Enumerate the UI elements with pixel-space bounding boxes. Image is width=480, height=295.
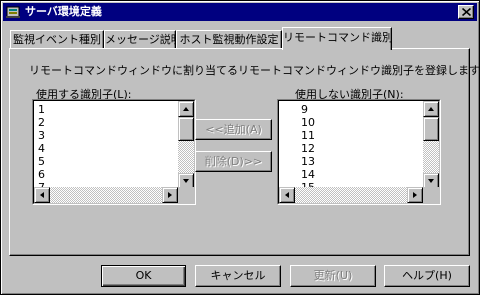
arrow-right-icon bbox=[413, 192, 417, 198]
arrow-left-icon bbox=[285, 192, 289, 198]
scroll-up-button[interactable] bbox=[423, 101, 439, 117]
list-item[interactable]: 2 bbox=[36, 116, 158, 129]
description-text: リモートコマンドウィンドウに割り当てるリモートコマンドウィンドウ識別子を登録しま… bbox=[29, 64, 480, 77]
used-horizontal-scrollbar[interactable] bbox=[34, 187, 178, 203]
tab-event-type[interactable]: 監視イベント種別 bbox=[10, 30, 104, 49]
server-app-icon bbox=[6, 5, 20, 19]
close-button[interactable] bbox=[458, 5, 474, 19]
arrow-up-icon bbox=[183, 107, 189, 111]
arrow-up-icon bbox=[428, 107, 434, 111]
dialog-window: サーバ環境定義 監視イベント種別 メッセージ説明 ホスト監視動作設定 リモートコ… bbox=[0, 0, 480, 295]
list-item[interactable]: 11 bbox=[299, 129, 419, 142]
close-icon bbox=[462, 8, 471, 16]
window-title: サーバ環境定義 bbox=[25, 5, 102, 18]
scroll-corner bbox=[178, 187, 194, 203]
scroll-up-button[interactable] bbox=[178, 101, 194, 117]
list-item[interactable]: 10 bbox=[299, 116, 419, 129]
add-button[interactable]: <<追加(A) bbox=[195, 119, 272, 140]
list-item[interactable]: 9 bbox=[299, 103, 419, 116]
tab-host-monitoring[interactable]: ホスト監視動作設定 bbox=[176, 30, 282, 49]
update-button[interactable]: 更新(U) bbox=[290, 265, 376, 287]
tab-remote-command-id[interactable]: リモートコマンド識別子 bbox=[282, 27, 392, 50]
remove-button[interactable]: 削除(D)>> bbox=[195, 151, 272, 172]
tab-message-description[interactable]: メッセージ説明 bbox=[104, 30, 176, 49]
list-item[interactable]: 4 bbox=[36, 142, 158, 155]
scroll-right-button[interactable] bbox=[162, 187, 178, 203]
used-ids-list[interactable]: 1 2 3 4 5 6 7 bbox=[32, 99, 196, 205]
arrow-left-icon bbox=[40, 192, 44, 198]
cancel-button[interactable]: キャンセル bbox=[195, 265, 281, 287]
list-item[interactable]: 6 bbox=[36, 168, 158, 181]
unused-horizontal-scrollbar[interactable] bbox=[279, 187, 423, 203]
unused-ids-list[interactable]: 9 10 11 12 13 14 15 bbox=[277, 99, 441, 205]
scroll-thumb[interactable] bbox=[423, 117, 439, 141]
scroll-left-button[interactable] bbox=[279, 187, 295, 203]
list-item[interactable]: 5 bbox=[36, 155, 158, 168]
list-item[interactable]: 13 bbox=[299, 155, 419, 168]
ok-button[interactable]: OK bbox=[101, 265, 186, 287]
list-item[interactable]: 12 bbox=[299, 142, 419, 155]
scroll-right-button[interactable] bbox=[407, 187, 423, 203]
list-item[interactable]: 14 bbox=[299, 168, 419, 181]
arrow-down-icon bbox=[183, 179, 189, 183]
scroll-left-button[interactable] bbox=[34, 187, 50, 203]
help-button[interactable]: ヘルプ(H) bbox=[384, 265, 470, 287]
used-ids-items: 1 2 3 4 5 6 7 bbox=[36, 103, 158, 189]
list-item[interactable]: 1 bbox=[36, 103, 158, 116]
unused-vertical-scrollbar[interactable] bbox=[423, 101, 439, 189]
list-item[interactable]: 3 bbox=[36, 129, 158, 142]
used-vertical-scrollbar[interactable] bbox=[178, 101, 194, 189]
scroll-corner bbox=[423, 187, 439, 203]
title-bar[interactable]: サーバ環境定義 bbox=[3, 3, 477, 21]
arrow-right-icon bbox=[168, 192, 172, 198]
unused-ids-items: 9 10 11 12 13 14 15 bbox=[299, 103, 419, 189]
scroll-thumb[interactable] bbox=[178, 117, 194, 141]
arrow-down-icon bbox=[428, 179, 434, 183]
